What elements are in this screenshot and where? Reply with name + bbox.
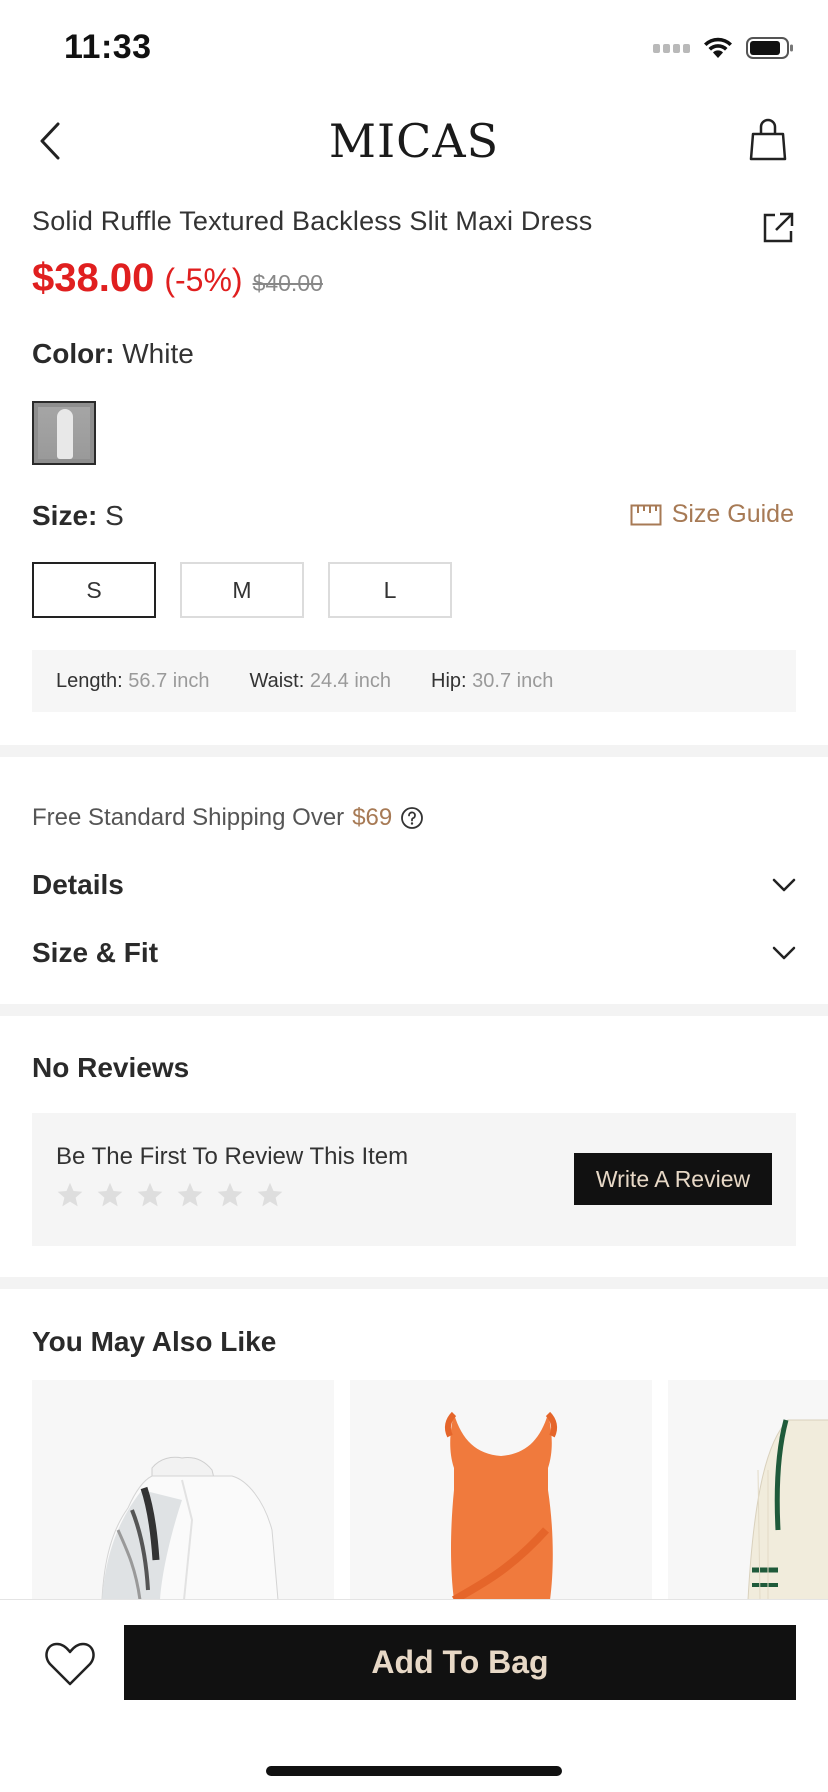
product-image <box>444 1411 558 1600</box>
size-option-s[interactable]: S <box>32 562 156 618</box>
star-icon[interactable] <box>176 1181 204 1209</box>
details-title: Details <box>32 869 124 900</box>
size-label-row: Size: S <box>32 500 124 532</box>
measurement-waist: Waist: 24.4 inch <box>249 669 392 692</box>
size-guide-link[interactable]: Size Guide <box>630 500 794 529</box>
measurement-length: Length: 56.7 inch <box>56 669 210 692</box>
product-title: Solid Ruffle Textured Backless Slit Maxi… <box>32 206 593 236</box>
status-icons <box>653 36 794 60</box>
current-price: $38.00 <box>32 256 155 300</box>
color-label: Color: <box>32 338 115 369</box>
star-icon[interactable] <box>256 1181 284 1209</box>
section-divider <box>0 1277 828 1289</box>
star-icon[interactable] <box>96 1181 124 1209</box>
discount-percent: (-5%) <box>164 262 243 298</box>
size-options: S M L <box>32 562 452 618</box>
cellular-signal-icon <box>653 43 690 53</box>
size-option-l[interactable]: L <box>328 562 452 618</box>
status-bar: 11:33 <box>0 0 828 96</box>
size-option-m[interactable]: M <box>180 562 304 618</box>
status-time: 11:33 <box>64 28 152 66</box>
product-image <box>101 1456 279 1600</box>
chevron-down-icon <box>772 878 796 892</box>
star-icon[interactable] <box>56 1181 84 1209</box>
star-icon[interactable] <box>216 1181 244 1209</box>
add-to-bag-button[interactable]: Add To Bag <box>124 1625 796 1700</box>
price-row: $38.00 (-5%) $40.00 <box>32 256 323 301</box>
write-review-button[interactable]: Write A Review <box>574 1153 772 1205</box>
chevron-down-icon <box>772 946 796 960</box>
recommendations-title: You May Also Like <box>32 1326 277 1357</box>
measurement-hip: Hip: 30.7 inch <box>431 669 554 692</box>
review-prompt-box: Be The First To Review This Item Write A… <box>32 1113 796 1246</box>
product-image <box>747 1419 828 1600</box>
shipping-text: Free Standard Shipping Over <box>32 804 345 831</box>
nav-bar: MICAS <box>0 96 828 186</box>
rating-stars <box>56 1181 284 1209</box>
section-divider <box>0 1004 828 1016</box>
color-value: White <box>122 338 194 369</box>
size-guide-label: Size Guide <box>671 500 794 528</box>
original-price: $40.00 <box>252 270 323 296</box>
shopping-bag-icon[interactable] <box>748 118 788 162</box>
battery-icon <box>746 37 793 59</box>
ruler-icon <box>630 504 662 525</box>
color-label-row: Color: White <box>32 338 194 370</box>
size-fit-title: Size & Fit <box>32 937 159 968</box>
recommended-product-card[interactable] <box>668 1380 828 1600</box>
shipping-info: Free Standard Shipping Over $69 <box>32 804 424 832</box>
size-value: S <box>105 500 124 531</box>
heart-icon[interactable] <box>44 1640 96 1688</box>
details-accordion[interactable]: Details <box>32 860 796 910</box>
section-divider <box>0 745 828 757</box>
product-title-row: Solid Ruffle Textured Backless Slit Maxi… <box>32 206 796 243</box>
size-fit-accordion[interactable]: Size & Fit <box>32 928 796 978</box>
review-prompt-text: Be The First To Review This Item <box>56 1143 409 1170</box>
reviews-title: No Reviews <box>32 1052 190 1083</box>
recommended-product-card[interactable] <box>32 1380 334 1600</box>
share-icon[interactable] <box>760 210 796 246</box>
size-label: Size: <box>32 500 98 531</box>
shipping-threshold: $69 <box>352 804 393 831</box>
wifi-icon <box>704 37 732 58</box>
recommendations-carousel <box>32 1380 828 1600</box>
measurements-box: Length: 56.7 inch Waist: 24.4 inch Hip: … <box>32 650 796 712</box>
color-swatch-white[interactable] <box>32 401 96 465</box>
brand-logo[interactable]: MICAS <box>0 114 828 168</box>
bottom-action-bar: Add To Bag <box>0 1599 828 1792</box>
star-icon[interactable] <box>136 1181 164 1209</box>
swatch-thumbnail <box>38 407 90 459</box>
recommended-product-card[interactable] <box>350 1380 652 1600</box>
help-icon[interactable] <box>400 806 424 830</box>
home-indicator[interactable] <box>266 1766 562 1776</box>
